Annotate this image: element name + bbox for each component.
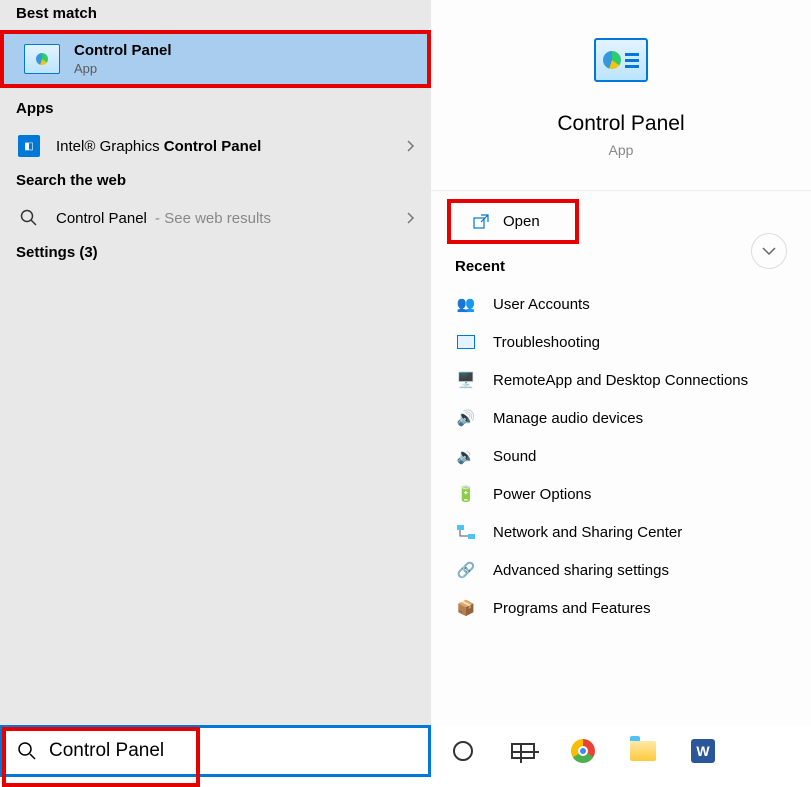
actions-section: Open Recent 👥 User Accounts Troubleshoot… (431, 190, 811, 627)
programs-icon: 📦 (455, 597, 477, 619)
recent-item-troubleshooting[interactable]: Troubleshooting (431, 323, 811, 361)
power-icon: 🔋 (455, 483, 477, 505)
file-explorer-icon[interactable] (629, 737, 657, 765)
search-results-panel: Best match Control Panel App Apps ◧ Inte… (0, 0, 431, 777)
details-sub: App (431, 142, 811, 158)
remoteapp-icon: 🖥️ (455, 369, 477, 391)
search-input-bar[interactable]: Control Panel (0, 725, 431, 777)
details-title: Control Panel (431, 112, 811, 136)
sharing-icon: 🔗 (455, 559, 477, 581)
chevron-right-icon (407, 212, 415, 224)
recent-item-advanced-sharing[interactable]: 🔗 Advanced sharing settings (431, 551, 811, 589)
cortana-icon[interactable] (449, 737, 477, 765)
recent-item-power-options[interactable]: 🔋 Power Options (431, 475, 811, 513)
open-label: Open (503, 213, 540, 230)
search-icon (17, 741, 37, 761)
chevron-right-icon (407, 140, 415, 152)
troubleshooting-icon (455, 331, 477, 353)
recent-list: 👥 User Accounts Troubleshooting 🖥️ Remot… (431, 285, 811, 627)
apps-header: Apps (0, 88, 431, 125)
recent-item-remoteapp[interactable]: 🖥️ RemoteApp and Desktop Connections (431, 361, 811, 399)
word-icon[interactable]: W (689, 737, 717, 765)
best-match-sub: App (74, 61, 172, 76)
search-icon (18, 207, 40, 229)
recent-item-network-sharing[interactable]: Network and Sharing Center (431, 513, 811, 551)
web-item-label: Control Panel - See web results (56, 210, 391, 227)
recent-item-user-accounts[interactable]: 👥 User Accounts (431, 285, 811, 323)
best-match-control-panel[interactable]: Control Panel App (0, 30, 431, 88)
control-panel-icon (24, 44, 60, 74)
open-action[interactable]: Open (449, 201, 577, 242)
details-header: Control Panel App (431, 0, 811, 158)
sound-icon: 🔉 (455, 445, 477, 467)
web-item-control-panel[interactable]: Control Panel - See web results (0, 197, 431, 239)
task-view-icon[interactable] (509, 737, 537, 765)
audio-icon: 🔊 (455, 407, 477, 429)
best-match-title: Control Panel (74, 42, 172, 59)
apps-item-label: Intel® Graphics Control Panel (56, 138, 391, 155)
taskbar: W (431, 725, 811, 777)
recent-item-programs-features[interactable]: 📦 Programs and Features (431, 589, 811, 627)
recent-item-sound[interactable]: 🔉 Sound (431, 437, 811, 475)
best-match-header: Best match (0, 0, 431, 30)
apps-item-intel-graphics[interactable]: ◧ Intel® Graphics Control Panel (0, 125, 431, 167)
control-panel-large-icon (594, 38, 648, 82)
search-input-value: Control Panel (49, 740, 164, 762)
settings-header: Settings (3) (0, 239, 431, 269)
details-panel: Control Panel App Open Recent 👥 User Acc… (431, 0, 811, 777)
best-match-text: Control Panel App (74, 42, 172, 76)
network-icon (455, 521, 477, 543)
chrome-icon[interactable] (569, 737, 597, 765)
web-header: Search the web (0, 167, 431, 197)
user-accounts-icon: 👥 (455, 293, 477, 315)
intel-graphics-icon: ◧ (18, 135, 40, 157)
open-icon (473, 214, 489, 230)
recent-item-audio-devices[interactable]: 🔊 Manage audio devices (431, 399, 811, 437)
expand-actions-button[interactable] (751, 233, 787, 269)
